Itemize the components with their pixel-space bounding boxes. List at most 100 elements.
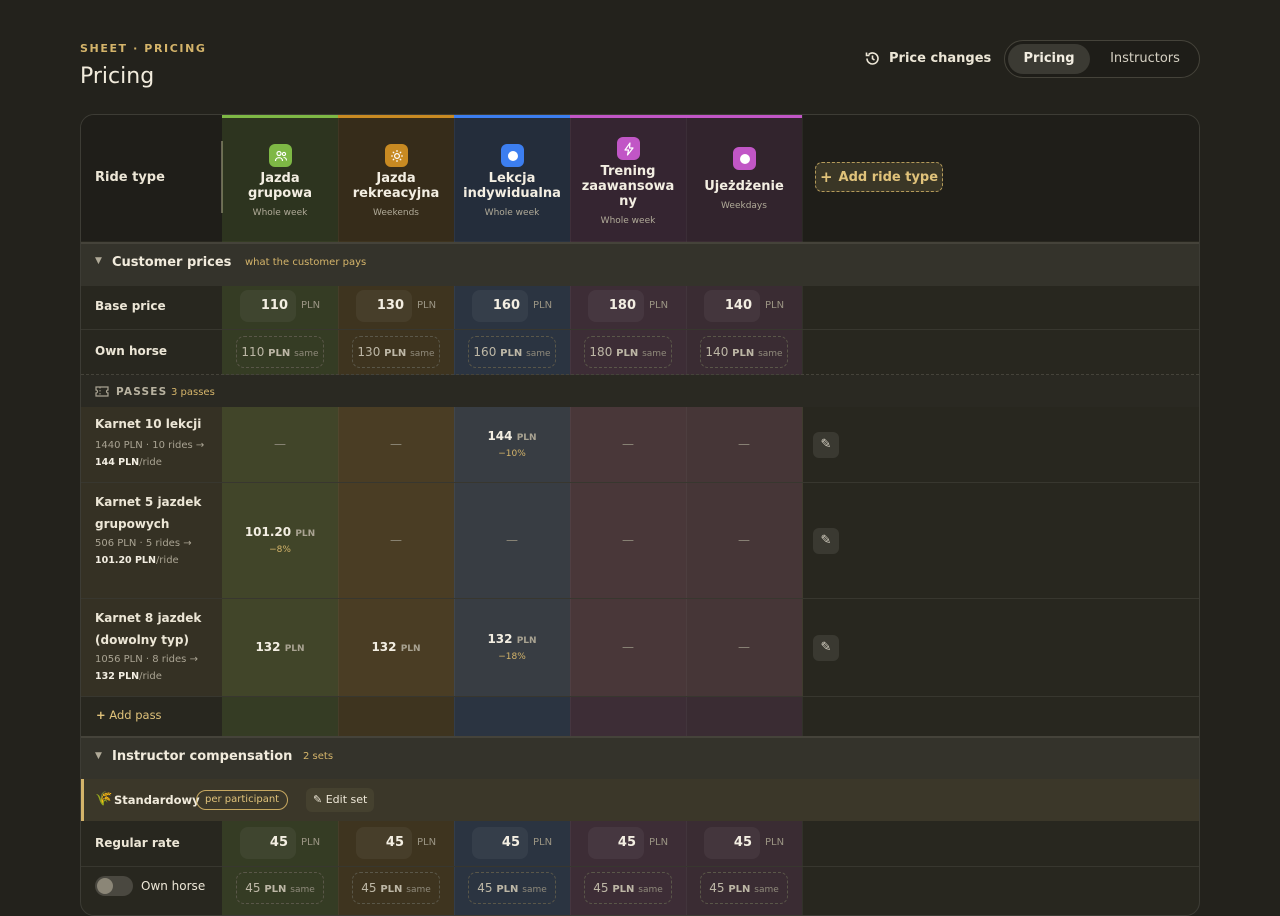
pass-price-unit: PLN [295,529,316,539]
own-horse-value: 140 [705,345,729,359]
price-input[interactable]: 160 [472,290,528,322]
pass-per-ride-unit: /ride [155,555,179,566]
own-horse-price[interactable]: 130 PLN same [352,336,440,368]
ride-type-header[interactable]: Trening zaawansowa ny Whole week [570,115,686,241]
pass-name: Karnet 8 jazdek (dowolny typ) [95,611,202,647]
ride-type-schedule: Weekdays [721,201,767,211]
price-input[interactable]: 45 [472,827,528,859]
pass-per-ride: 144 PLN [95,457,140,468]
view-switcher: Pricing Instructors [1004,40,1200,78]
ride-type-header[interactable]: Ujeżdżenie Weekdays [686,115,802,241]
own-horse-unit: PLN [264,884,287,895]
own-horse-unit: PLN [268,348,291,359]
edit-pass-button[interactable]: ✎ [813,635,839,661]
own-horse-unit: PLN [380,884,403,895]
pass-name: Karnet 10 lekcji [95,417,202,431]
pass-price[interactable]: 144 PLN [454,429,570,443]
ride-type-header[interactable]: Jazda grupowa Whole week [222,115,338,241]
same-badge: same [406,885,431,895]
edit-set-button[interactable]: ✎ Edit set [306,788,375,812]
ride-type-name: Jazda rekreacyjna [352,171,440,201]
own-horse-value: 180 [589,345,613,359]
same-badge: same [642,349,667,359]
ride-type-name: Trening zaawansowa ny [581,164,675,209]
price-changes-label: Price changes [889,51,992,66]
page-title: Pricing [80,64,155,89]
ride-type-schedule: Weekends [373,208,419,218]
own-horse-price[interactable]: 160 PLN same [468,336,556,368]
empty-cell: — [738,533,750,547]
own-horse-price[interactable]: 45 PLN same [700,872,788,904]
ride-type-header[interactable]: Jazda rekreacyjna Weekends [338,115,454,241]
pass-price[interactable]: 132 PLN [338,640,454,654]
pass-price-unit: PLN [516,433,537,443]
own-horse-unit: PLN [384,348,407,359]
edit-pass-button[interactable]: ✎ [813,432,839,458]
same-badge: same [638,885,663,895]
own-horse-price[interactable]: 180 PLN same [584,336,672,368]
own-horse-price[interactable]: 110 PLN same [236,336,324,368]
own-horse-toggle[interactable] [95,876,133,896]
own-horse-price[interactable]: 45 PLN same [584,872,672,904]
chevron-down-icon[interactable]: ▼ [95,751,102,761]
own-horse-price[interactable]: 140 PLN same [700,336,788,368]
own-horse-value: 45 [709,881,725,895]
empty-cell: — [622,437,634,451]
price-input[interactable]: 130 [356,290,412,322]
ride-type-name: Lekcja indywidualna [463,171,561,201]
pass-price-value: 132 [487,632,513,646]
same-badge: same [526,349,551,359]
sun-icon [385,144,408,167]
pass-discount: −8% [269,545,291,555]
pass-summary-total: 506 PLN · 5 rides → [95,538,192,549]
own-horse-price[interactable]: 45 PLN same [352,872,440,904]
price-changes-button[interactable]: Price changes [864,50,991,67]
empty-cell: — [390,437,402,451]
add-ride-type-button[interactable]: + Add ride type [815,162,943,192]
tab-instructors[interactable]: Instructors [1095,44,1195,74]
own-horse-price[interactable]: 45 PLN same [468,872,556,904]
ticket-icon [95,386,109,397]
price-unit: PLN [417,300,437,311]
own-horse-unit: PLN [500,348,523,359]
empty-cell: — [622,640,634,654]
ride-type-name: Ujeżdżenie [704,179,784,194]
plus-icon: + [96,708,106,722]
tab-pricing[interactable]: Pricing [1008,44,1090,74]
price-input[interactable]: 45 [588,827,644,859]
ride-type-color-bar [338,115,454,118]
own-horse-value: 45 [477,881,493,895]
own-horse-price[interactable]: 45 PLN same [236,872,324,904]
toggle-knob [97,878,113,894]
own-horse-unit: PLN [732,348,755,359]
price-input[interactable]: 180 [588,290,644,322]
pass-price-value: 144 [487,429,513,443]
ride-type-label: Ride type [95,170,165,185]
pass-price[interactable]: 132 PLN [222,640,338,654]
own-horse-value: 45 [593,881,609,895]
pass-price-value: 132 [255,640,281,654]
price-input[interactable]: 110 [240,290,296,322]
pass-per-ride: 101.20 PLN [95,555,156,566]
edit-pass-button[interactable]: ✎ [813,528,839,554]
page-eyebrow: SHEET · PRICING [80,42,207,55]
price-input[interactable]: 45 [240,827,296,859]
price-unit: PLN [301,837,321,848]
price-unit: PLN [301,300,321,311]
history-icon [865,52,879,65]
pass-price[interactable]: 132 PLN [454,632,570,646]
empty-cell: — [274,437,286,451]
pass-price[interactable]: 101.20 PLN [222,525,338,539]
chevron-down-icon[interactable]: ▼ [95,256,102,266]
price-input[interactable]: 140 [704,290,760,322]
add-pass-label: Add pass [109,708,162,722]
price-input[interactable]: 45 [356,827,412,859]
circle-icon [733,147,756,170]
price-input[interactable]: 45 [704,827,760,859]
instructor-section-title: Instructor compensation [112,749,293,764]
instructor-section-count: 2 sets [303,751,334,762]
ride-type-header[interactable]: Lekcja indywidualna Whole week [454,115,570,241]
customer-section-title: Customer prices [112,255,232,270]
add-pass-button[interactable]: + Add pass [96,708,162,722]
own-horse-value: 160 [473,345,497,359]
